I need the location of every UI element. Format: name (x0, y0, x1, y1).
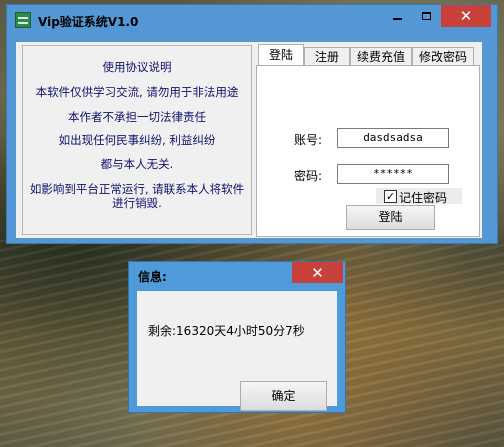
close-icon: ✕ (311, 263, 324, 282)
main-window: Vip验证系统V1.0 ✕ 使用协议说明 本软件仅供学习交流, 请勿用于非法用途… (6, 4, 498, 244)
dialog-close-button[interactable]: ✕ (292, 262, 343, 283)
agreement-line: 进行销毁. (112, 196, 162, 210)
close-button[interactable]: ✕ (441, 5, 491, 27)
login-panel: 账号: dasdsadsa 密码: ****** ✓ 记住密码 登陆 (256, 65, 480, 237)
minimize-icon (392, 18, 402, 20)
tab-strip: 登陆 注册 续费充值 修改密码 (256, 44, 482, 66)
window-client-area: 使用协议说明 本软件仅供学习交流, 请勿用于非法用途 本作者不承担一切法律责任 … (16, 42, 482, 238)
tab-login[interactable]: 登陆 (258, 44, 304, 66)
agreement-line: 如出现任何民事纠纷, 利益纠纷 (58, 133, 216, 147)
tab-register[interactable]: 注册 (304, 47, 350, 66)
remaining-time-message: 剩余:16320天4小时50分7秒 (148, 324, 305, 338)
minimize-button[interactable] (383, 5, 411, 27)
close-icon: ✕ (459, 7, 473, 25)
agreement-line: 都与本人无关. (100, 157, 174, 171)
dialog-client-area: 剩余:16320天4小时50分7秒 确定 (137, 291, 337, 411)
agreement-line: 本软件仅供学习交流, 请勿用于非法用途 (35, 85, 239, 99)
tab-change-password[interactable]: 修改密码 (412, 47, 474, 66)
info-dialog: 信息: ✕ 剩余:16320天4小时50分7秒 确定 (128, 261, 346, 413)
app-icon (15, 12, 31, 28)
agreement-panel: 使用协议说明 本软件仅供学习交流, 请勿用于非法用途 本作者不承担一切法律责任 … (22, 45, 252, 235)
password-label: 密码: (294, 169, 323, 183)
window-title: Vip验证系统V1.0 (38, 15, 139, 29)
account-input[interactable]: dasdsadsa (337, 128, 449, 148)
maximize-icon (422, 12, 431, 20)
title-bar[interactable]: Vip验证系统V1.0 ✕ (7, 5, 497, 35)
remember-password-option[interactable]: ✓ 记住密码 (376, 188, 462, 205)
account-label: 账号: (294, 133, 323, 147)
login-button[interactable]: 登陆 (346, 205, 435, 230)
remember-password-label: 记住密码 (399, 191, 448, 205)
tab-recharge[interactable]: 续费充值 (350, 47, 412, 66)
agreement-title: 使用协议说明 (102, 60, 172, 74)
dialog-title: 信息: (138, 270, 167, 284)
maximize-button[interactable] (412, 5, 441, 27)
ok-button[interactable]: 确定 (240, 381, 327, 411)
agreement-line: 本作者不承担一切法律责任 (68, 110, 206, 124)
remember-password-checkbox[interactable]: ✓ (384, 190, 397, 203)
password-input[interactable]: ****** (337, 164, 449, 184)
